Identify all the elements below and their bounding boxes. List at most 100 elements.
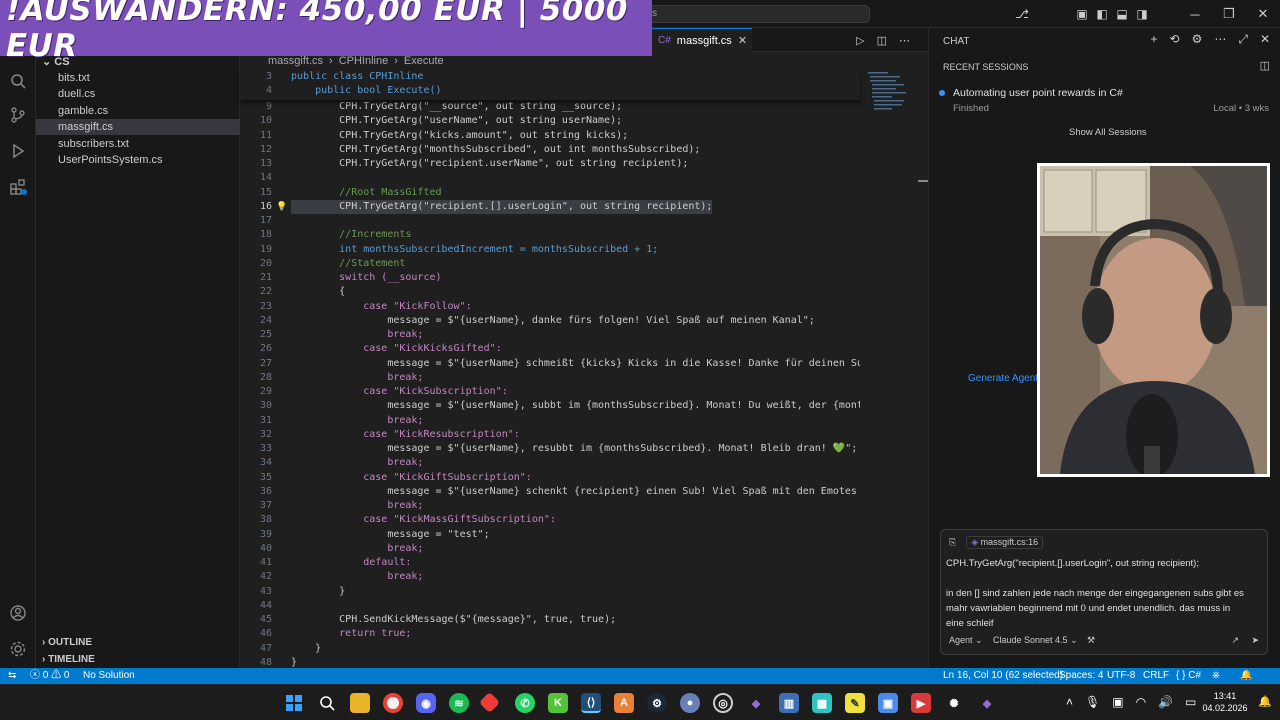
code-line[interactable]: 32 case "KickResubscription": <box>240 428 860 442</box>
notes-icon[interactable]: ✎ <box>845 693 865 713</box>
settings-gear-icon[interactable]: ⚙ <box>1192 32 1203 47</box>
run-icon[interactable]: ▷ <box>856 34 864 47</box>
file-item[interactable]: subscribers.txt <box>36 136 240 152</box>
steam-icon[interactable]: ⚙ <box>647 693 667 713</box>
code-line[interactable]: 47 } <box>240 642 860 656</box>
code-line[interactable]: 45 CPH.SendKickMessage($"{message}", tru… <box>240 613 860 627</box>
app-icon[interactable]: ▶ <box>911 693 931 713</box>
source-control-icon[interactable] <box>0 98 36 132</box>
code-line[interactable]: 21 switch (__source) <box>240 271 860 285</box>
tray-app-icon[interactable]: ▣ <box>1112 695 1123 709</box>
toggle-panel-icon[interactable]: ⬓ <box>1112 0 1132 28</box>
cursor-position[interactable]: Ln 16, Col 10 (62 selected) <box>943 668 1063 684</box>
encoding[interactable]: UTF-8 <box>1107 668 1135 684</box>
code-line[interactable]: 43 } <box>240 585 860 599</box>
tray-overflow-icon[interactable]: ˄ <box>1066 695 1073 709</box>
line-ending[interactable]: CRLF <box>1143 668 1169 684</box>
app-icon[interactable]: ● <box>680 693 700 713</box>
app-icon[interactable]: ▦ <box>812 693 832 713</box>
app-icon[interactable]: ◆ <box>977 693 997 713</box>
problems-indicator[interactable]: ⓧ 0 ⚠ 0 <box>30 668 69 684</box>
app-icon[interactable]: ▥ <box>779 693 799 713</box>
solution-status[interactable]: No Solution <box>83 668 135 684</box>
run-debug-icon[interactable] <box>0 134 36 168</box>
notifications-icon[interactable]: 🔔 <box>1240 668 1252 684</box>
code-line[interactable]: 17 <box>240 214 860 228</box>
kick-icon[interactable]: K <box>548 693 568 713</box>
file-item[interactable]: gamble.cs <box>36 103 240 119</box>
microphone-icon[interactable]: 🎙 <box>1085 695 1100 709</box>
app-icon[interactable]: ▣ <box>878 693 898 713</box>
code-line[interactable]: 36 message = $"{userName} schenkt {recip… <box>240 485 860 499</box>
file-item-active[interactable]: massgift.cs <box>36 119 240 135</box>
code-line[interactable]: 9 CPH.TryGetArg("__source", out string _… <box>240 100 860 114</box>
account-icon[interactable] <box>0 596 36 630</box>
outline-section[interactable]: › OUTLINE <box>36 635 240 651</box>
obs-icon[interactable]: ◎ <box>713 693 733 713</box>
code-line[interactable]: 38 case "KickMassGiftSubscription": <box>240 513 860 527</box>
code-line[interactable]: 14 <box>240 171 860 185</box>
sessions-toggle-icon[interactable]: ◫ <box>1260 59 1270 72</box>
code-line[interactable]: 41 default: <box>240 556 860 570</box>
minimap[interactable] <box>862 70 916 130</box>
battery-icon[interactable]: ▭ <box>1185 695 1196 709</box>
code-line[interactable]: 42 break; <box>240 570 860 584</box>
code-editor[interactable]: 9 CPH.TryGetArg("__source", out string _… <box>240 100 860 668</box>
maximize-panel-icon[interactable]: ⤢ <box>1238 32 1248 47</box>
toggle-layout-icon[interactable]: ▣ <box>1072 0 1092 28</box>
timeline-section[interactable]: › TIMELINE <box>36 652 240 668</box>
code-line[interactable]: 34 break; <box>240 456 860 470</box>
code-line[interactable]: 31 break; <box>240 414 860 428</box>
delegate-icon[interactable]: ↗ <box>1231 635 1239 646</box>
language-mode[interactable]: { } C# <box>1176 668 1201 684</box>
indentation[interactable]: Spaces: 4 <box>1059 668 1103 684</box>
code-line[interactable]: 44 <box>240 599 860 613</box>
code-line[interactable]: 46 return true; <box>240 627 860 641</box>
history-icon[interactable]: ⟲ <box>1170 32 1180 47</box>
vscode-icon[interactable]: ⟨⟩ <box>581 693 601 713</box>
clock[interactable]: 13:41 04.02.2026 <box>1200 690 1250 714</box>
code-line[interactable]: 19 int monthsSubscribedIncrement = month… <box>240 243 860 257</box>
editor-scrollbar[interactable] <box>916 70 928 668</box>
code-line[interactable]: 10 CPH.TryGetArg("userName", out string … <box>240 114 860 128</box>
code-line[interactable]: 23 case "KickFollow": <box>240 300 860 314</box>
settings-gear-icon[interactable] <box>0 632 36 666</box>
search-icon[interactable] <box>0 64 36 98</box>
toggle-secondary-sidebar-icon[interactable]: ◨ <box>1132 0 1152 28</box>
code-line[interactable]: 12 CPH.TryGetArg("monthsSubscribed", out… <box>240 143 860 157</box>
code-line[interactable]: 22 { <box>240 285 860 299</box>
app-icon[interactable]: ◆ <box>746 693 766 713</box>
send-icon[interactable]: ➤ <box>1251 635 1259 646</box>
anydesk-icon[interactable] <box>478 691 501 714</box>
code-line[interactable]: 11 CPH.TryGetArg("kicks.amount", out str… <box>240 129 860 143</box>
whatsapp-icon[interactable]: ✆ <box>515 693 535 713</box>
remote-icon[interactable]: ⇆ <box>8 668 16 684</box>
chat-input-box[interactable]: ⎘ ◈ massgift.cs:16 CPH.TryGetArg("recipi… <box>940 529 1268 655</box>
code-line[interactable]: 28 break; <box>240 371 860 385</box>
code-line[interactable]: 37 break; <box>240 499 860 513</box>
command-center-search[interactable]: cs <box>640 5 870 23</box>
volume-icon[interactable]: 🔊 <box>1158 695 1173 709</box>
generate-agent-link[interactable]: Generate Agent <box>968 373 1038 384</box>
model-picker[interactable]: Claude Sonnet 4.5 ⌄ <box>993 635 1078 646</box>
code-line[interactable]: 18 //Increments <box>240 228 860 242</box>
minimize-button[interactable]: ─ <box>1178 0 1212 28</box>
code-line[interactable]: 13 CPH.TryGetArg("recipient.userName", o… <box>240 157 860 171</box>
code-line[interactable]: 26 case "KickKicksGifted": <box>240 342 860 356</box>
file-item[interactable]: duell.cs <box>36 86 240 102</box>
chatgpt-icon[interactable]: ✺ <box>944 693 964 713</box>
code-line[interactable]: 27 message = $"{userName} schmeißt {kick… <box>240 357 860 371</box>
code-line[interactable]: 33 message = $"{userName}, resubbt im {m… <box>240 442 860 456</box>
close-panel-icon[interactable]: ✕ <box>1260 32 1270 47</box>
tab-massgift[interactable]: C# massgift.cs ✕ <box>652 28 752 52</box>
code-line[interactable]: 48} <box>240 656 860 668</box>
code-line[interactable]: 15 //Root MassGifted <box>240 186 860 200</box>
discord-icon[interactable]: ◉ <box>416 693 436 713</box>
more-actions-icon[interactable]: ⋯ <box>899 34 910 47</box>
session-item[interactable]: Automating user point rewards in C# Fini… <box>939 86 1271 116</box>
toggle-sidebar-icon[interactable]: ◧ <box>1092 0 1112 28</box>
context-chip[interactable]: ◈ massgift.cs:16 <box>966 536 1044 549</box>
code-line[interactable]: 24 message = $"{userName}, danke fürs fo… <box>240 314 860 328</box>
code-line[interactable]: 39 message = "test"; <box>240 528 860 542</box>
code-line[interactable]: 29 case "KickSubscription": <box>240 385 860 399</box>
